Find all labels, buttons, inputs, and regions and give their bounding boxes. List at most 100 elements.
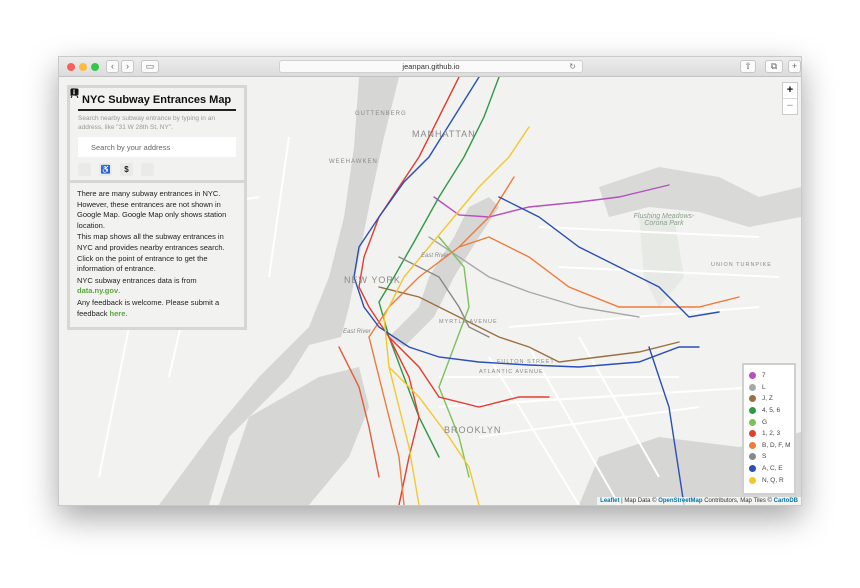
info-paragraph-3-text: NYC subway entrances data is from (77, 275, 197, 285)
legend-color-dot (749, 383, 756, 391)
feedback-link[interactable]: here (110, 309, 126, 318)
map-label-manhattan: MANHATTAN (412, 129, 476, 139)
legend-label: G (762, 418, 768, 426)
legend-label: S (762, 453, 767, 461)
minimize-window-button[interactable] (79, 63, 87, 71)
legend-color-dot (749, 418, 756, 426)
url-text: jeanpan.github.io (402, 62, 460, 71)
subway-filter-button[interactable] (70, 88, 91, 176)
title-bar: ‹ › ▭ jeanpan.github.io ↻ ⇧ ⧉ + (59, 57, 801, 77)
legend-item: G (749, 416, 794, 428)
legend-label: N, Q, R (762, 476, 784, 484)
legend-color-dot (749, 395, 756, 403)
info-panel: There are many subway entrances in NYC. … (67, 180, 247, 331)
search-input[interactable] (89, 141, 223, 153)
data-source-link[interactable]: data.ny.gov (77, 286, 118, 295)
browser-window: ‹ › ▭ jeanpan.github.io ↻ ⇧ ⧉ + MANHATTA… (58, 56, 802, 506)
map-label-brooklyn: BROOKLYN (444, 425, 502, 435)
legend-label: 4, 5, 6 (762, 407, 781, 415)
legend-item: N, Q, R (749, 474, 794, 486)
map-label-east-river: East River (421, 253, 449, 259)
forward-button[interactable]: › (121, 60, 134, 73)
attribution-text-1: | Map Data © (619, 498, 659, 504)
sidebar-icon: ▭ (145, 61, 155, 71)
info-filter-button[interactable] (70, 88, 154, 176)
legend-color-dot (749, 372, 756, 380)
share-icon: ⇧ (744, 61, 752, 71)
chevron-left-icon: ‹ (111, 61, 114, 71)
wheelchair-filter-button[interactable]: ♿ (99, 163, 112, 176)
info-paragraph-4-text: Any feedback is welcome. Please submit a… (77, 297, 220, 318)
new-tab-button[interactable]: + (788, 60, 801, 73)
sidebar-button[interactable]: ▭ (141, 60, 159, 73)
info-icon (70, 88, 78, 96)
info-paragraph-3-end: . (118, 286, 121, 296)
legend-item: L (749, 382, 794, 394)
zoom-window-button[interactable] (91, 63, 99, 71)
legend-item: 4, 5, 6 (749, 405, 794, 417)
map-label-atlantic: ATLANTIC AVENUE (479, 369, 544, 375)
osm-link[interactable]: OpenStreetMap (658, 498, 702, 504)
legend-color-dot (749, 476, 756, 484)
filter-buttons: ♿ $ (70, 88, 236, 176)
legend-color-dot (749, 407, 756, 415)
legend-label: 7 (762, 372, 766, 380)
tabs-icon: ⧉ (770, 61, 778, 71)
address-bar[interactable]: jeanpan.github.io ↻ (279, 60, 583, 73)
dollar-icon: $ (124, 165, 129, 174)
line-legend: 7 L J, Z 4, 5, 6 G 1, 2, 3 B, D, F, M S A, C, E N… (742, 363, 796, 495)
map-label-weehawken: WEEHAWKEN (329, 159, 378, 165)
wheelchair-icon: ♿ (100, 165, 111, 174)
plus-icon: + (791, 61, 798, 71)
legend-item: J, Z (749, 393, 794, 405)
chevron-right-icon: › (126, 61, 129, 71)
panel-title-text: NYC Subway Entrances Map (82, 94, 232, 106)
map-canvas[interactable]: MANHATTAN NEW YORK BROOKLYN Flushing Mea… (59, 77, 801, 505)
map-label-flushing: Flushing Meadows-Corona Park (633, 213, 695, 227)
legend-item: A, C, E (749, 463, 794, 475)
legend-color-dot (749, 465, 756, 473)
panel-title: NYC Subway Entrances Map (70, 88, 236, 111)
zoom-in-button[interactable]: + (783, 83, 797, 99)
flushing-park (639, 217, 684, 307)
legend-item: S (749, 451, 794, 463)
cartodb-link[interactable]: CartoDB (774, 498, 798, 504)
info-paragraph-2: This map shows all the subway entrances … (77, 232, 225, 274)
dollar-filter-button[interactable]: $ (120, 163, 133, 176)
legend-label: 1, 2, 3 (762, 430, 781, 438)
legend-item: 1, 2, 3 (749, 428, 794, 440)
legend-color-dot (749, 453, 756, 461)
back-button[interactable]: ‹ (106, 60, 119, 73)
zoom-control: + − (782, 82, 798, 115)
search-box[interactable] (70, 88, 236, 157)
map-label-east-river-2: East River (343, 329, 371, 335)
tabs-button[interactable]: ⧉ (765, 60, 783, 73)
map-label-fulton: FULTON STREET (497, 359, 555, 365)
legend-label: J, Z (762, 395, 773, 403)
leaflet-link[interactable]: Leaflet (600, 498, 619, 504)
upper-bay (219, 367, 369, 505)
reload-icon[interactable]: ↻ (569, 61, 576, 72)
info-paragraph-3: NYC subway entrances data is from data.n… (77, 276, 237, 297)
close-window-button[interactable] (67, 63, 75, 71)
map-label-myrtle: MYRTLE AVENUE (439, 319, 498, 325)
map-label-union: UNION TURNPIKE (711, 262, 772, 268)
legend-label: B, D, F, M (762, 441, 791, 449)
panel-subtitle: Search nearby subway entrance by typing … (78, 115, 215, 131)
search-panel: NYC Subway Entrances Map Search nearby s… (67, 85, 247, 185)
legend-item: B, D, F, M (749, 440, 794, 452)
legend-color-dot (749, 441, 756, 449)
legend-item: 7 (749, 370, 794, 382)
map-attribution: Leaflet | Map Data © OpenStreetMap Contr… (597, 497, 801, 505)
legend-label: A, C, E (762, 465, 783, 473)
legend-label: L (762, 383, 766, 391)
map-label-newyork: NEW YORK (344, 275, 401, 285)
map-label-guttenberg: GUTTENBERG (355, 111, 407, 117)
zoom-out-button[interactable]: − (783, 99, 797, 114)
line-bdfm-q (458, 236, 740, 308)
attribution-text-2: Contributors, Map Tiles © (702, 498, 774, 504)
legend-color-dot (749, 430, 756, 438)
info-paragraph-4: Any feedback is welcome. Please submit a… (77, 298, 237, 319)
share-button[interactable]: ⇧ (740, 60, 756, 73)
info-paragraph-1: There are many subway entrances in NYC. … (77, 189, 227, 230)
